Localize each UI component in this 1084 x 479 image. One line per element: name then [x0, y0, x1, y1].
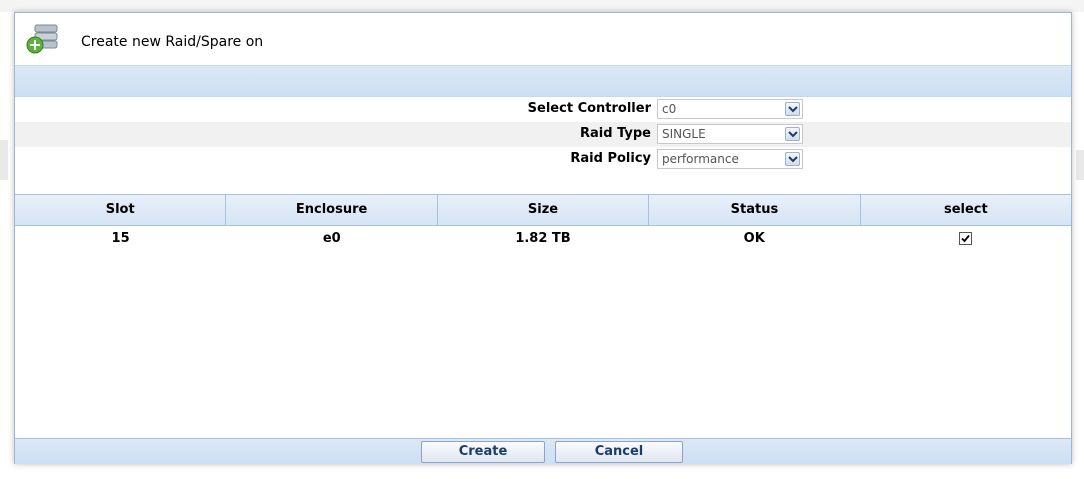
- select-cell: [860, 226, 1071, 252]
- chevron-down-icon[interactable]: [785, 127, 800, 141]
- raid-policy-select[interactable]: performance: [657, 149, 803, 169]
- background-page-edge: [0, 140, 8, 180]
- dialog-toolbar: [15, 65, 1071, 97]
- disk-table-header: Slot Enclosure Size Status select: [15, 194, 1071, 226]
- raid-policy-value: performance: [662, 152, 739, 166]
- form-row-raid-policy: Raid Policy performance: [15, 147, 1071, 172]
- dialog-title-bar: Create new Raid/Spare on: [15, 13, 1071, 65]
- create-button[interactable]: Create: [421, 441, 545, 463]
- column-header-enclosure[interactable]: Enclosure: [226, 195, 438, 225]
- chevron-down-icon[interactable]: [785, 152, 800, 166]
- background-page-edge: [1076, 150, 1084, 180]
- raid-type-label: Raid Type: [580, 126, 651, 141]
- slot-cell: 15: [111, 231, 130, 246]
- form-row-controller: Select Controller c0: [15, 97, 1071, 122]
- form-row-raid-type: Raid Type SINGLE: [15, 122, 1071, 147]
- raid-type-value: SINGLE: [662, 127, 706, 141]
- status-cell: OK: [743, 231, 765, 246]
- raid-type-select[interactable]: SINGLE: [657, 124, 803, 144]
- column-header-status[interactable]: Status: [649, 195, 861, 225]
- controller-value: c0: [662, 102, 677, 116]
- dialog-title: Create new Raid/Spare on: [81, 34, 264, 50]
- disk-add-icon: [25, 23, 59, 55]
- column-header-select[interactable]: select: [861, 195, 1071, 225]
- select-checkbox[interactable]: [958, 232, 972, 245]
- controller-label: Select Controller: [527, 101, 651, 116]
- controller-select[interactable]: c0: [657, 99, 803, 119]
- column-header-size[interactable]: Size: [438, 195, 650, 225]
- enclosure-cell: e0: [322, 231, 341, 246]
- create-raid-dialog: Create new Raid/Spare on Select Controll…: [14, 12, 1072, 464]
- raid-policy-label: Raid Policy: [570, 151, 651, 166]
- table-row[interactable]: 15 e0 1.82 TB OK: [15, 226, 1071, 252]
- dialog-footer: Create Cancel: [15, 438, 1071, 464]
- cancel-button[interactable]: Cancel: [555, 441, 683, 463]
- column-header-slot[interactable]: Slot: [15, 195, 227, 225]
- size-cell: 1.82 TB: [515, 231, 571, 246]
- chevron-down-icon[interactable]: [785, 102, 800, 116]
- background-page-strip: [0, 0, 1084, 12]
